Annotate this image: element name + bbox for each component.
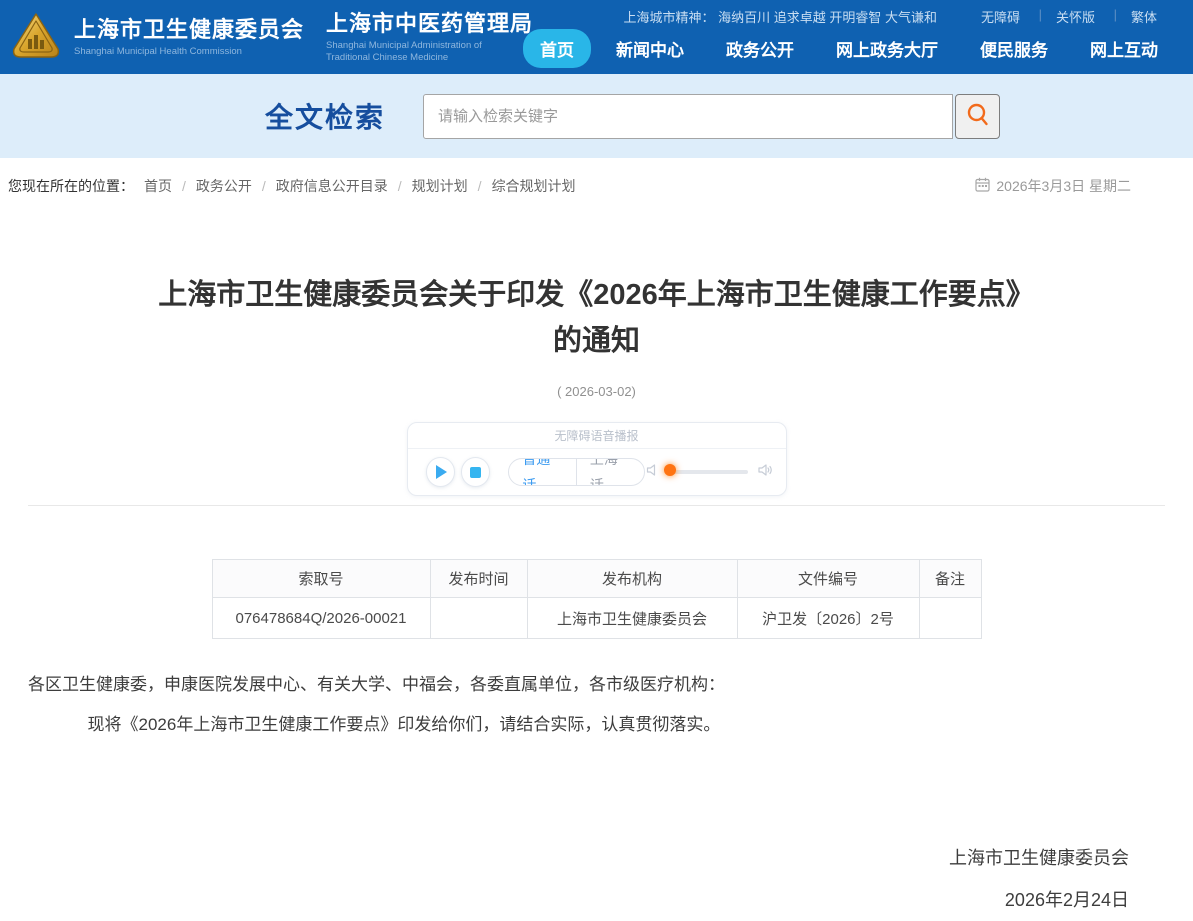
breadcrumb-prefix: 您现在所在的位置：	[8, 176, 134, 196]
stop-button[interactable]	[461, 457, 490, 487]
nav-government-affairs[interactable]: 政务公开	[709, 29, 811, 68]
breadcrumb-row: 您现在所在的位置： 首页 政务公开 政府信息公开目录 规划计划 综合规划计划 2…	[0, 158, 1193, 214]
search-icon	[965, 102, 991, 131]
meta-table-data-row: 076478684Q/2026-00021 上海市卫生健康委员会 沪卫发〔202…	[212, 598, 981, 639]
city-motto: 上海城市精神： 海纳百川 追求卓越 开明睿智 大气谦和	[624, 7, 937, 26]
signature-block: 上海市卫生健康委员会 2026年2月24日	[28, 837, 1165, 921]
meta-value-remarks	[919, 598, 981, 639]
org-tcm-administration: 上海市中医药管理局 Shanghai Municipal Administrat…	[326, 11, 533, 64]
site-logo-icon	[8, 9, 64, 65]
document-meta-table: 索取号 发布时间 发布机构 文件编号 备注 076478684Q/2026-00…	[212, 559, 982, 639]
accessibility-link[interactable]: 无障碍	[963, 7, 1038, 26]
breadcrumb-planning[interactable]: 规划计划	[412, 176, 482, 196]
org-health-commission: 上海市卫生健康委员会 Shanghai Municipal Health Com…	[74, 17, 304, 58]
breadcrumb-comprehensive-planning[interactable]: 综合规划计划	[492, 176, 576, 196]
language-toggle: 普通话 上海话	[508, 458, 644, 486]
meta-header-document-number: 文件编号	[737, 560, 919, 598]
volume-down-icon	[645, 462, 661, 483]
org2-name: 上海市中医药管理局	[326, 11, 533, 37]
org2-name-en-line1: Shanghai Municipal Administration of	[326, 40, 533, 52]
stop-icon	[470, 467, 481, 478]
nav-news-center[interactable]: 新闻中心	[599, 29, 701, 68]
meta-value-index-number: 076478684Q/2026-00021	[212, 598, 430, 639]
language-shanghainese-option[interactable]: 上海话	[576, 458, 644, 486]
search-label: 全文检索	[265, 96, 385, 136]
accessibility-audio-player: 无障碍语音播报 普通话 上海话	[407, 422, 787, 496]
breadcrumb-government-affairs[interactable]: 政务公开	[196, 176, 266, 196]
article-publish-date: ( 2026-03-02)	[28, 384, 1165, 399]
play-button[interactable]	[426, 457, 455, 487]
addressee-paragraph: 各区卫生健康委，申康医院发展中心、有关大学、中福会，各委直属单位，各市级医疗机构…	[28, 665, 1165, 705]
calendar-icon	[975, 177, 990, 195]
nav-public-services[interactable]: 便民服务	[963, 29, 1065, 68]
notice-paragraph: 现将《2026年上海市卫生健康工作要点》印发给你们，请结合实际，认真贯彻落实。	[28, 705, 1165, 745]
org2-name-en-line2: Traditional Chinese Medicine	[326, 52, 533, 64]
current-date: 2026年3月3日 星期二	[975, 176, 1131, 196]
section-divider	[28, 505, 1165, 506]
nav-online-service-hall[interactable]: 网上政务大厅	[819, 29, 955, 68]
play-icon	[436, 465, 447, 479]
breadcrumb-info-disclosure-directory[interactable]: 政府信息公开目录	[276, 176, 402, 196]
meta-header-publish-time: 发布时间	[430, 560, 527, 598]
volume-up-icon	[757, 462, 774, 483]
document-body: 各区卫生健康委，申康医院发展中心、有关大学、中福会，各委直属单位，各市级医疗机构…	[28, 665, 1165, 745]
meta-header-index-number: 索取号	[212, 560, 430, 598]
meta-value-document-number: 沪卫发〔2026〕2号	[737, 598, 919, 639]
search-band: 全文检索	[0, 74, 1193, 158]
volume-knob[interactable]	[664, 464, 676, 476]
main-nav: 首页 新闻中心 政务公开 网上政务大厅 便民服务 网上互动	[523, 29, 1175, 68]
current-date-label: 2026年3月3日 星期二	[996, 176, 1131, 196]
meta-value-issuing-agency: 上海市卫生健康委员会	[527, 598, 737, 639]
article: 上海市卫生健康委员会关于印发《2026年上海市卫生健康工作要点》的通知 ( 20…	[0, 272, 1193, 921]
article-title: 上海市卫生健康委员会关于印发《2026年上海市卫生健康工作要点》的通知	[147, 272, 1047, 364]
meta-table-header-row: 索取号 发布时间 发布机构 文件编号 备注	[212, 560, 981, 598]
search-button[interactable]	[955, 94, 1000, 139]
breadcrumb-home[interactable]: 首页	[144, 176, 186, 196]
signature-date: 2026年2月24日	[28, 879, 1129, 921]
audio-player-title: 无障碍语音播报	[408, 423, 786, 449]
volume-slider[interactable]	[670, 470, 748, 474]
meta-header-remarks: 备注	[919, 560, 981, 598]
language-mandarin-option[interactable]: 普通话	[509, 458, 576, 486]
meta-value-publish-time	[430, 598, 527, 639]
search-input[interactable]	[423, 94, 953, 139]
meta-header-issuing-agency: 发布机构	[527, 560, 737, 598]
breadcrumb: 您现在所在的位置： 首页 政务公开 政府信息公开目录 规划计划 综合规划计划	[8, 176, 576, 196]
org1-name-en: Shanghai Municipal Health Commission	[74, 46, 304, 58]
nav-online-interaction[interactable]: 网上互动	[1073, 29, 1175, 68]
care-version-link[interactable]: 关怀版	[1038, 7, 1113, 26]
signature-org: 上海市卫生健康委员会	[28, 837, 1129, 879]
org1-name: 上海市卫生健康委员会	[74, 17, 304, 43]
site-header: 上海市卫生健康委员会 Shanghai Municipal Health Com…	[0, 0, 1193, 74]
nav-home[interactable]: 首页	[523, 29, 591, 68]
traditional-chinese-link[interactable]: 繁体	[1113, 7, 1175, 26]
